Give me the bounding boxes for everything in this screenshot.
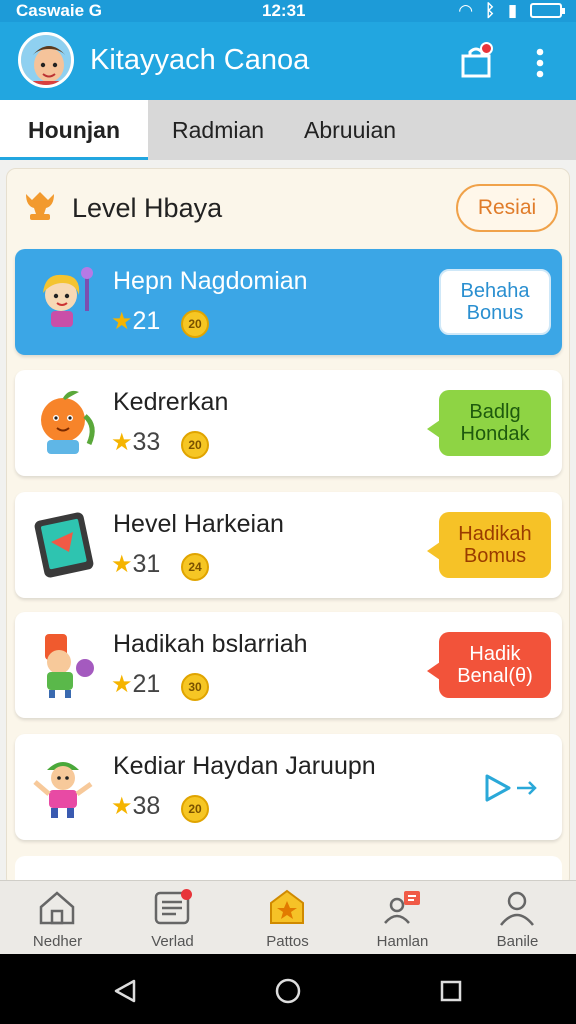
nav-label: Banile [496,933,539,950]
tab-radmian[interactable]: Radmian [172,100,264,160]
star-value: 31 [132,550,161,578]
play-icon[interactable] [483,772,543,804]
star-badge-icon [270,889,304,924]
coin-badge: 20 [181,431,209,459]
wifi-icon: ◠ [459,1,477,20]
star-icon: ★ [111,308,133,335]
star-count: ★31 [111,550,160,579]
reset-button[interactable]: Resiai [456,184,558,232]
nav-item-profile[interactable]: Banile [460,881,575,955]
section-title: Level Hbaya [72,193,223,223]
system-nav-bar [0,954,576,1024]
notification-dot [480,42,493,55]
kid-character-icon [33,762,93,818]
level-name: Hepn Nagdomian [113,267,308,295]
explorer-character-icon [45,634,94,698]
avatar[interactable] [18,32,74,88]
signal-icon: ▮ [507,1,522,20]
level-card[interactable]: Hepn Nagdomian ★21 20 Behaha Bonus [15,249,562,355]
star-icon: ★ [111,793,133,820]
star-count: ★33 [111,428,160,457]
carrier-label: Caswaie G [16,1,102,20]
star-count: ★21 [111,307,160,336]
group-icon [384,891,420,924]
level-card[interactable]: Hadikah bslarriah ★21 30 Hadik Benal(θ) [15,612,562,718]
star-count: ★38 [111,792,160,821]
nav-item-home[interactable]: Nedher [0,881,115,955]
star-count: ★21 [111,670,160,699]
orange-character-icon [41,390,95,454]
tablet-icon [34,512,94,578]
profile-icon [500,891,534,926]
star-icon: ★ [111,429,133,456]
level-name: Hevel Harkeian [113,510,284,538]
status-time: 12:31 [262,1,306,20]
trophy-icon [26,192,54,220]
star-value: 33 [132,428,161,456]
status-bar: Caswaie G 12:31 ◠ ᛒ ▮ [0,0,576,22]
more-vert-icon[interactable] [530,46,550,80]
app-bar: Kitayyach Canoa [0,22,576,100]
level-card[interactable]: Kedrerkan ★33 20 Badlg Hondak [15,370,562,476]
tab-hounjan[interactable]: Hounjan [0,100,148,160]
nav-label: Nedher [32,933,83,950]
recents-icon[interactable] [438,978,464,1004]
nav-label: Hamlan [376,933,429,950]
battery-icon [530,3,565,18]
bluetooth-icon: ᛒ [484,1,500,20]
nav-item-pattos[interactable]: Pattos [230,881,345,955]
bonus-button[interactable]: Hadikah Bomus [427,512,551,578]
nav-label: Verlad [151,933,194,950]
back-icon[interactable] [112,978,138,1004]
bottom-nav: Nedher Verlad Pattos Hamlan Banile [0,880,576,954]
tab-bar: Hounjan Radmian Abruuian [0,100,576,160]
notification-dot [181,889,192,900]
app-title: Kitayyach Canoa [90,44,310,76]
tab-abruuian[interactable]: Abruuian [304,100,396,160]
coin-badge: 20 [181,310,209,338]
star-icon: ★ [111,671,133,698]
nav-item-list[interactable]: Verlad [115,881,230,955]
coin-badge: 30 [181,673,209,701]
home-circle-icon[interactable] [274,977,302,1005]
home-icon [39,891,75,925]
star-value: 21 [132,670,161,698]
nav-item-group[interactable]: Hamlan [345,881,460,955]
star-value: 38 [132,792,161,820]
bonus-button[interactable]: Hadik Benal(θ) [427,632,551,698]
level-card[interactable]: Kediar Haydan Jaruupn ★38 20 [15,734,562,840]
star-value: 21 [132,307,161,335]
level-name: Kediar Haydan Jaruupn [113,752,376,780]
status-icons: ◠ ᛒ ▮ [459,0,565,22]
coin-badge: 24 [181,553,209,581]
level-name: Hadikah bslarriah [113,630,308,658]
bonus-button[interactable]: Badlg Hondak [427,390,551,456]
level-card[interactable]: Hevel Harkeian ★31 24 Hadikah Bomus [15,492,562,598]
level-name: Kedrerkan [113,388,229,416]
star-icon: ★ [111,551,133,578]
girl-character-icon [43,267,93,327]
coin-badge: 20 [181,795,209,823]
nav-label: Pattos [266,933,309,950]
bonus-button[interactable]: Behaha Bonus [439,269,551,335]
